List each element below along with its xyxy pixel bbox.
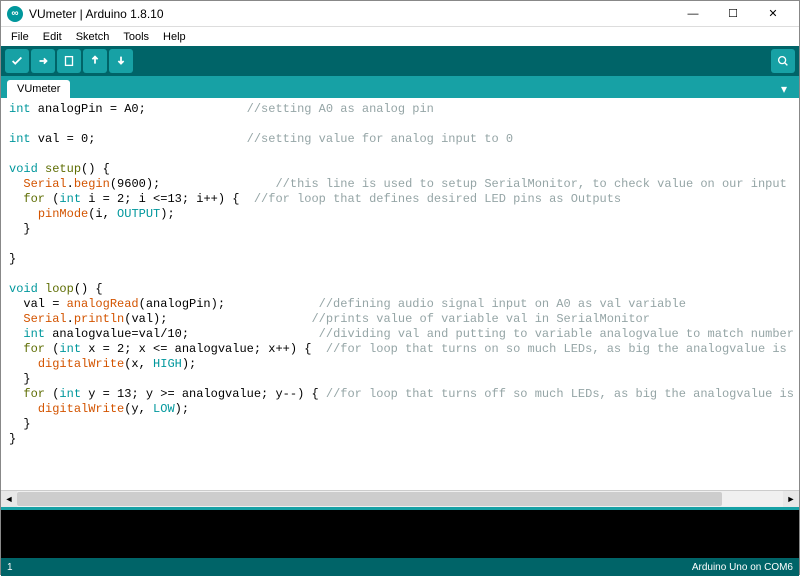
menu-help[interactable]: Help bbox=[157, 30, 192, 44]
app-icon: ∞ bbox=[7, 6, 23, 22]
save-button[interactable] bbox=[109, 49, 133, 73]
horizontal-scrollbar[interactable]: ◄ ► bbox=[1, 490, 799, 506]
line-number: 1 bbox=[7, 562, 13, 573]
statusbar: 1 Arduino Uno on COM6 bbox=[1, 558, 799, 576]
menubar: File Edit Sketch Tools Help bbox=[1, 27, 799, 46]
toolbar bbox=[1, 46, 799, 76]
tab-strip: VUmeter ▾ bbox=[1, 76, 799, 98]
scroll-track[interactable] bbox=[17, 491, 783, 507]
menu-tools[interactable]: Tools bbox=[117, 30, 155, 44]
board-port-label: Arduino Uno on COM6 bbox=[692, 562, 793, 573]
open-button[interactable] bbox=[83, 49, 107, 73]
code-editor[interactable]: int analogPin = A0; //setting A0 as anal… bbox=[1, 98, 799, 490]
tab-menu-button[interactable]: ▾ bbox=[775, 80, 793, 98]
menu-sketch[interactable]: Sketch bbox=[70, 30, 116, 44]
menu-edit[interactable]: Edit bbox=[37, 30, 68, 44]
serial-monitor-button[interactable] bbox=[771, 49, 795, 73]
minimize-button[interactable]: — bbox=[673, 2, 713, 26]
close-button[interactable]: ✕ bbox=[753, 2, 793, 26]
verify-button[interactable] bbox=[5, 49, 29, 73]
new-button[interactable] bbox=[57, 49, 81, 73]
sketch-tab[interactable]: VUmeter bbox=[7, 80, 70, 98]
output-console[interactable] bbox=[1, 506, 799, 558]
scroll-thumb[interactable] bbox=[17, 492, 722, 506]
titlebar: ∞ VUmeter | Arduino 1.8.10 — ☐ ✕ bbox=[1, 1, 799, 27]
window-controls: — ☐ ✕ bbox=[673, 2, 793, 26]
maximize-button[interactable]: ☐ bbox=[713, 2, 753, 26]
menu-file[interactable]: File bbox=[5, 30, 35, 44]
upload-button[interactable] bbox=[31, 49, 55, 73]
scroll-left-arrow[interactable]: ◄ bbox=[1, 491, 17, 507]
scroll-right-arrow[interactable]: ► bbox=[783, 491, 799, 507]
window-title: VUmeter | Arduino 1.8.10 bbox=[29, 7, 673, 21]
